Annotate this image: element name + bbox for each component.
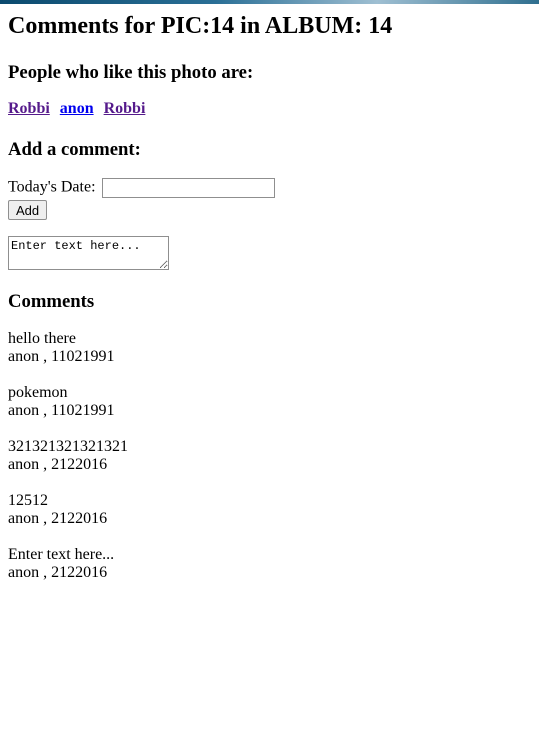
date-input[interactable] — [101, 178, 275, 198]
comment-meta: anon , 11021991 — [8, 402, 115, 419]
comments-heading: Comments — [8, 291, 95, 312]
like-user-link[interactable]: anon — [60, 100, 94, 117]
comment-text: pokemon — [8, 384, 68, 401]
comment-item: Enter text here... anon , 2122016 — [8, 546, 128, 582]
comment-item: 12512 anon , 2122016 — [8, 492, 128, 528]
comment-item: pokemon anon , 11021991 — [8, 384, 128, 420]
comment-text: hello there — [8, 330, 76, 347]
likes-list: Robbi anon Robbi — [8, 100, 151, 118]
comment-item: hello there anon , 11021991 — [8, 330, 128, 366]
date-label: Today's Date: — [8, 178, 96, 196]
date-row: Today's Date: — [8, 178, 275, 198]
add-comment-heading: Add a comment: — [8, 139, 141, 160]
comment-meta: anon , 2122016 — [8, 510, 108, 527]
likes-heading: People who like this photo are: — [8, 62, 254, 83]
like-user-link[interactable]: Robbi — [104, 100, 146, 117]
comment-meta: anon , 2122016 — [8, 456, 108, 473]
comment-item: 321321321321321 anon , 2122016 — [8, 438, 128, 474]
comment-textarea[interactable]: Enter text here... — [8, 236, 169, 270]
comment-meta: anon , 11021991 — [8, 348, 115, 365]
like-user-link[interactable]: Robbi — [8, 100, 50, 117]
add-button[interactable]: Add — [8, 200, 48, 220]
page-title: Comments for PIC:14 in ALBUM: 14 — [8, 13, 393, 39]
comment-text: 321321321321321 — [8, 438, 128, 455]
comment-meta: anon , 2122016 — [8, 564, 108, 581]
top-banner-strip — [0, 0, 539, 4]
comment-text: 12512 — [8, 492, 48, 509]
comments-list: hello there anon , 11021991 pokemon anon… — [8, 330, 128, 600]
comment-text: Enter text here... — [8, 546, 115, 563]
